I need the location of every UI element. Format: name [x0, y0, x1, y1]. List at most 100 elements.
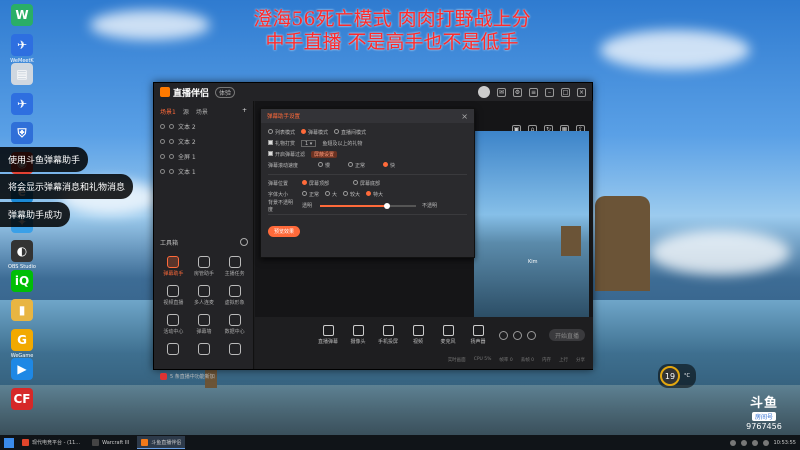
size-option[interactable]: 较大 [343, 191, 360, 198]
mode-option[interactable]: 列表模式 [268, 129, 295, 136]
bottom-tool[interactable]: 扬声器 [467, 325, 489, 345]
minimize-icon[interactable]: – [545, 87, 554, 97]
layer-item[interactable]: 文本 1 [154, 164, 253, 179]
lock-icon[interactable] [169, 139, 174, 144]
slider-handle[interactable] [384, 202, 391, 209]
tool-icon [472, 325, 484, 336]
preview-effect-button[interactable]: 预览效果 [268, 226, 301, 237]
taskbar-item[interactable]: 斗鱼直播伴侣 [137, 436, 186, 449]
settings-icon[interactable] [527, 331, 536, 340]
lock-icon[interactable] [169, 124, 174, 129]
stream-title-line2: 中手直播 不是高手也不是低手 [265, 31, 519, 53]
clock[interactable]: 10:53:55 [774, 440, 796, 446]
speed-option[interactable]: 慢 [318, 162, 330, 169]
taskbar-item[interactable]: Warcraft III [88, 436, 133, 449]
tray-icon[interactable] [729, 439, 736, 446]
tool-item[interactable] [219, 343, 250, 357]
position-option[interactable]: 屏幕底部 [353, 180, 380, 187]
tool-item[interactable]: 视频直播 [158, 285, 189, 306]
maximize-icon[interactable]: □ [561, 87, 570, 97]
gift-select[interactable]: 1 ▾ [301, 140, 317, 147]
bottom-tool[interactable]: 直播弹幕 [317, 325, 339, 345]
bottom-tool[interactable]: 摄像头 [347, 325, 369, 345]
layer-item[interactable]: 文本 2 [154, 134, 253, 149]
desktop-shortcut[interactable]: iQ [4, 269, 40, 294]
visibility-icon[interactable] [160, 124, 165, 129]
speed-option[interactable]: 正常 [348, 162, 365, 169]
gift-checkbox[interactable]: 礼物打赏 [268, 140, 295, 147]
avatar[interactable] [478, 86, 490, 98]
bottom-tool[interactable]: 视频 [407, 325, 429, 345]
tool-item[interactable]: 数据中心 [219, 314, 250, 335]
desktop-shortcut[interactable]: ⛨ [4, 122, 40, 146]
desktop-shortcut[interactable]: ▶ [4, 358, 40, 382]
mode-option[interactable]: 直播间模式 [334, 129, 366, 136]
tool-item[interactable]: 房管助手 [189, 256, 220, 277]
taskbar: 现代电竞平台 - (11... Warcraft III 斗鱼直播伴侣 10:53:… [0, 435, 800, 450]
tray-icon[interactable] [740, 439, 747, 446]
notice-banner[interactable]: 5 条直播中功能新加 [160, 373, 215, 380]
tool-item[interactable]: 主播任务 [219, 256, 250, 277]
menu-icon[interactable]: ≡ [529, 87, 538, 97]
tab-other[interactable]: 场景 [196, 107, 208, 116]
notice-text: 5 条直播中功能新加 [170, 374, 215, 380]
tool-item[interactable] [158, 343, 189, 357]
tool-label: 弹幕墙 [196, 329, 212, 335]
douyu-logo: 斗鱼 [749, 396, 778, 411]
desktop-shortcut[interactable]: ✈ [4, 92, 40, 117]
layer-item[interactable]: 文本 2 [154, 119, 253, 134]
message-icon[interactable]: ✉ [497, 87, 506, 97]
filter-checkbox[interactable]: 开启弹幕过滤 [268, 151, 305, 158]
tool-icon [228, 256, 241, 268]
status-item: 上行 [559, 358, 568, 363]
toolbox-settings-icon[interactable] [240, 238, 248, 246]
position-option[interactable]: 屏幕顶部 [302, 180, 329, 187]
stream-preview[interactable]: Kim [474, 131, 589, 317]
filter-settings-button[interactable]: 屏蔽设置 [311, 151, 338, 158]
lock-icon[interactable] [169, 169, 174, 174]
start-live-button[interactable]: 开始直播 [549, 329, 585, 341]
tool-item[interactable]: 弹幕墙 [189, 314, 220, 335]
speed-option[interactable]: 快 [383, 162, 395, 169]
tool-item[interactable]: 虚拟形象 [219, 285, 250, 306]
settings-icon[interactable]: ⚙ [513, 87, 522, 97]
visibility-icon[interactable] [160, 139, 165, 144]
size-option[interactable]: 正常 [302, 191, 319, 198]
status-bar: 实时画面 CPU 5% 帧率 0 丢帧 0 内存 上行 分享 [255, 357, 593, 363]
bottom-tool[interactable]: 麦克风 [437, 325, 459, 345]
close-icon[interactable]: × [461, 112, 468, 121]
version-badge[interactable]: 体验 [215, 86, 236, 98]
tool-label: 多人连麦 [193, 300, 214, 306]
network-icon[interactable] [762, 439, 769, 446]
visibility-icon[interactable] [160, 154, 165, 159]
desktop-shortcut[interactable]: ✈ WeMeetK [4, 33, 40, 64]
app-shortcut-icon: ✈ [11, 33, 33, 56]
tab-scene[interactable]: 场景1 [160, 107, 176, 116]
tool-item[interactable]: 多人连麦 [189, 285, 220, 306]
lock-icon[interactable] [169, 154, 174, 159]
info-icon[interactable] [513, 331, 522, 340]
visibility-icon[interactable] [160, 169, 165, 174]
close-icon[interactable]: × [577, 87, 586, 97]
add-scene-icon[interactable]: + [242, 107, 247, 116]
size-option[interactable]: 特大 [366, 191, 383, 198]
tool-item[interactable]: 弹幕助手 [158, 256, 189, 277]
start-icon[interactable] [4, 437, 14, 448]
desktop-shortcut[interactable]: ▮ [4, 299, 40, 323]
taskbar-item[interactable]: 现代电竞平台 - (11... [18, 436, 84, 449]
tool-item[interactable] [189, 343, 220, 357]
desktop-shortcut[interactable]: W [4, 4, 40, 28]
tab-source[interactable]: 源 [183, 107, 189, 116]
tool-item[interactable]: 活动中心 [158, 314, 189, 335]
desktop-shortcut[interactable]: ▤ [4, 63, 40, 87]
bottom-tool[interactable]: 手机投屏 [377, 325, 399, 345]
camera-icon[interactable] [499, 331, 508, 340]
mode-option[interactable]: 弹幕模式 [301, 129, 328, 136]
size-option[interactable]: 大 [325, 191, 337, 198]
desktop-shortcut[interactable]: ◐ OBS Studio [4, 240, 40, 270]
desktop-shortcut[interactable]: CF [4, 387, 40, 412]
layer-item[interactable]: 全屏 1 [154, 149, 253, 164]
desktop-shortcut[interactable]: G WeGame [4, 328, 40, 359]
volume-icon[interactable] [751, 439, 758, 446]
opacity-slider[interactable] [320, 202, 417, 209]
